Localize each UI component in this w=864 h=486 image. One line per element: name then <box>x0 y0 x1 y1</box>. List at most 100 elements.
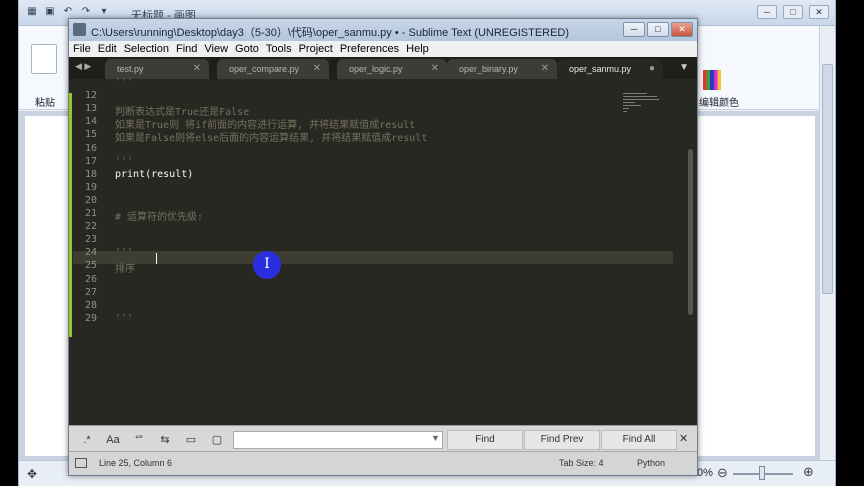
tab-close-icon[interactable]: ✕ <box>193 59 201 79</box>
code-line[interactable]: ''' <box>115 247 133 258</box>
menu-tools[interactable]: Tools <box>266 41 296 57</box>
tab-close-icon[interactable]: ✕ <box>541 59 549 79</box>
edit-colors-icon[interactable] <box>703 70 721 90</box>
tab-label: oper_sanmu.py <box>569 64 632 74</box>
line-number: 12 <box>84 90 97 102</box>
panel-toggle-icon[interactable] <box>75 458 87 468</box>
line-number: 27 <box>84 286 97 298</box>
zoom-level: 0% <box>697 467 713 479</box>
line-number: 15 <box>84 129 97 141</box>
line-number: 29 <box>84 312 97 324</box>
line-number: 26 <box>84 273 97 285</box>
customize-icon[interactable]: ▾ <box>97 5 111 19</box>
status-bar: Line 25, Column 6 Tab Size: 4 Python <box>69 451 697 475</box>
paint-app-icon[interactable]: ▦ <box>25 5 39 19</box>
paint-window-controls: ─ □ ✕ <box>757 5 829 19</box>
code-line[interactable]: ''' <box>115 77 133 88</box>
menu-help[interactable]: Help <box>406 41 433 57</box>
tab-oper-logic-py[interactable]: oper_logic.py ✕ <box>337 59 447 79</box>
line-number: 16 <box>84 142 97 154</box>
save-icon[interactable]: ▣ <box>43 5 57 19</box>
move-icon: ✥ <box>27 467 38 481</box>
paint-scroll-thumb[interactable] <box>822 64 833 294</box>
tab-label: oper_binary.py <box>459 64 518 74</box>
tab-close-icon[interactable]: ✕ <box>313 59 321 79</box>
tab-close-icon[interactable]: ✕ <box>431 59 439 79</box>
tab-nav-arrows[interactable]: ◀ ▶ <box>75 61 91 72</box>
tab-dirty-icon[interactable]: ● <box>649 59 655 79</box>
syntax-mode[interactable]: Python <box>637 458 665 468</box>
edit-colors-label[interactable]: 编辑颜色 <box>699 94 739 109</box>
line-number: 13 <box>84 103 97 115</box>
case-sensitive-toggle[interactable]: Aa <box>103 432 123 448</box>
paint-vertical-scrollbar[interactable] <box>819 26 835 460</box>
paint-close-button[interactable]: ✕ <box>809 5 829 19</box>
whole-word-toggle[interactable]: “” <box>129 432 149 448</box>
find-all-button[interactable]: Find All <box>601 430 677 450</box>
paste-icon[interactable] <box>31 44 57 74</box>
undo-icon[interactable]: ↶ <box>61 5 75 19</box>
line-number: 22 <box>84 221 97 233</box>
maximize-button[interactable]: □ <box>647 22 669 37</box>
code-line[interactable]: 排序 <box>115 260 135 275</box>
wrap-toggle[interactable]: ⇆ <box>155 432 175 448</box>
editor-area[interactable]: 12 13 14 15 16 17 18 19 20 21 22 23 24 25 26 27 28 29 '''… <box>69 77 697 425</box>
find-prev-button[interactable]: Find Prev <box>524 430 600 450</box>
find-close-icon[interactable]: ✕ <box>679 432 688 445</box>
find-input[interactable] <box>233 431 443 449</box>
menu-bar: File Edit Selection Find View Goto Tools… <box>69 41 697 57</box>
cursor-position: Line 25, Column 6 <box>99 458 173 468</box>
menu-preferences[interactable]: Preferences <box>340 41 403 57</box>
paint-minimize-button[interactable]: ─ <box>757 5 777 19</box>
tab-size[interactable]: Tab Size: 4 <box>559 458 604 468</box>
in-selection-toggle[interactable]: ▭ <box>181 432 201 448</box>
redo-icon[interactable]: ↷ <box>79 5 93 19</box>
menu-project[interactable]: Project <box>299 41 337 57</box>
editor-scrollbar[interactable] <box>688 149 693 315</box>
paste-button-label[interactable]: 粘贴 <box>35 94 55 109</box>
paint-maximize-button[interactable]: □ <box>783 5 803 19</box>
current-line-highlight <box>73 251 673 264</box>
mouse-cursor-indicator: I <box>253 251 281 279</box>
tab-dropdown-icon[interactable]: ▼ <box>679 62 689 73</box>
tab-label: oper_logic.py <box>349 64 403 74</box>
code-line[interactable]: print(result) <box>115 169 193 180</box>
minimize-button[interactable]: ─ <box>623 22 645 37</box>
code-line[interactable]: # 运算符的优先级: <box>115 208 203 223</box>
line-number: 14 <box>84 116 97 128</box>
close-button[interactable]: ✕ <box>671 22 693 37</box>
line-number: 24 <box>84 247 97 259</box>
menu-find[interactable]: Find <box>176 41 201 57</box>
find-history-dropdown-icon[interactable]: ▼ <box>431 433 440 443</box>
tab-oper-binary-py[interactable]: oper_binary.py ✕ <box>447 59 557 79</box>
line-number: 25 <box>84 260 97 272</box>
menu-selection[interactable]: Selection <box>124 41 173 57</box>
sublime-window: C:\Users\running\Desktop\day3（5-30）\代码\o… <box>68 18 698 476</box>
code-line[interactable]: ''' <box>115 156 133 167</box>
menu-edit[interactable]: Edit <box>98 41 121 57</box>
sublime-app-icon <box>73 23 86 36</box>
menu-file[interactable]: File <box>73 41 95 57</box>
menu-goto[interactable]: Goto <box>235 41 263 57</box>
tab-test-py[interactable]: test.py ✕ <box>105 59 209 79</box>
tab-label: test.py <box>117 64 144 74</box>
tab-label: oper_compare.py <box>229 64 300 74</box>
tab-oper-sanmu-py[interactable]: oper_sanmu.py ● <box>557 59 663 79</box>
code-line[interactable]: 如果是False则将else后面的内容运算结果, 并将结果赋值成result <box>115 129 427 144</box>
line-number: 28 <box>84 299 97 311</box>
find-button[interactable]: Find <box>447 430 523 450</box>
window-title: C:\Users\running\Desktop\day3（5-30）\代码\o… <box>91 27 570 39</box>
find-panel: .* Aa “” ⇆ ▭ ▢ ▼ Find Find Prev Find All… <box>69 425 697 453</box>
code-line[interactable]: ''' <box>115 313 133 324</box>
tab-bar: ◀ ▶ test.py ✕ oper_compare.py ✕ oper_log… <box>69 57 697 79</box>
zoom-slider-thumb[interactable] <box>759 466 765 480</box>
line-number: 23 <box>84 234 97 246</box>
highlight-matches-toggle[interactable]: ▢ <box>207 432 227 448</box>
regex-toggle[interactable]: .* <box>77 432 97 448</box>
minimap[interactable] <box>623 93 663 133</box>
zoom-in-button[interactable]: ⊕ <box>803 464 814 480</box>
tab-oper-compare-py[interactable]: oper_compare.py ✕ <box>217 59 329 79</box>
sublime-titlebar: C:\Users\running\Desktop\day3（5-30）\代码\o… <box>69 19 697 41</box>
zoom-out-button[interactable]: ⊖ <box>717 465 728 481</box>
menu-view[interactable]: View <box>204 41 232 57</box>
